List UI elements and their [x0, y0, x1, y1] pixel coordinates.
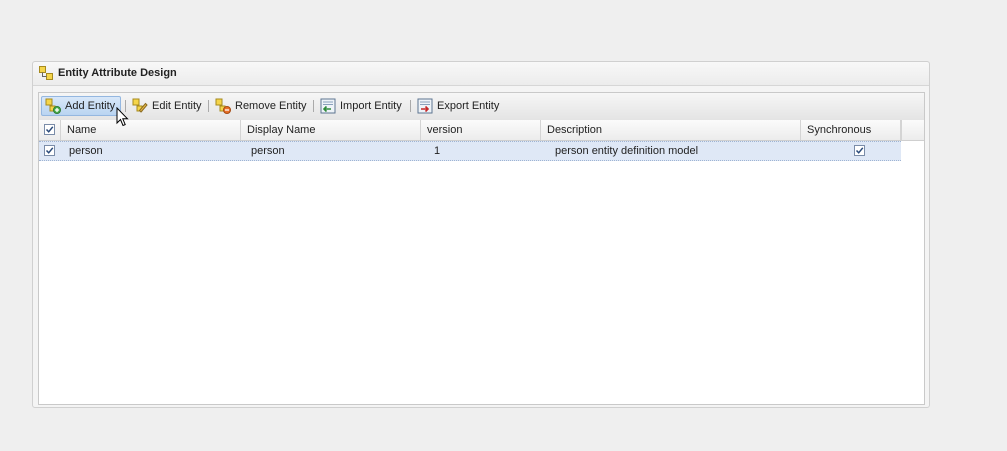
cell-display-name: person — [251, 145, 285, 157]
remove-entity-button[interactable]: Remove Entity — [211, 96, 309, 116]
edit-entity-label: Edit Entity — [152, 100, 202, 112]
export-entity-icon — [417, 98, 433, 114]
mouse-cursor-icon — [116, 107, 129, 127]
column-header-version[interactable]: version — [421, 120, 541, 140]
column-header-name[interactable]: Name — [61, 120, 241, 140]
import-entity-button[interactable]: Import Entity — [316, 96, 406, 116]
entity-group-icon — [39, 66, 53, 80]
import-entity-icon — [320, 98, 336, 114]
export-entity-label: Export Entity — [437, 100, 500, 112]
panel-title: Entity Attribute Design — [58, 67, 177, 79]
import-entity-label: Import Entity — [340, 100, 402, 112]
check-icon — [45, 126, 54, 133]
column-header-description[interactable]: Description — [541, 120, 801, 140]
cell-name: person — [69, 145, 103, 157]
toolbar: Add Entity Edit Entity Remove Entity Imp… — [39, 93, 924, 121]
panel-header: Entity Attribute Design — [33, 62, 929, 86]
edit-entity-icon — [132, 98, 148, 113]
edit-entity-button[interactable]: Edit Entity — [128, 96, 204, 116]
select-all-checkbox[interactable] — [44, 124, 55, 135]
column-header-display-name[interactable]: Display Name — [241, 120, 421, 140]
toolbar-separator — [410, 100, 411, 112]
add-entity-button[interactable]: Add Entity — [41, 96, 121, 116]
entity-grid-container: Add Entity Edit Entity Remove Entity Imp… — [38, 92, 925, 405]
column-header-synchronous[interactable]: Synchronous — [801, 120, 901, 140]
entity-attribute-design-panel: Entity Attribute Design Add Entity Edit … — [32, 61, 930, 408]
cell-description: person entity definition model — [555, 145, 699, 157]
cell-version: 1 — [434, 145, 441, 157]
synchronous-checkbox[interactable] — [854, 145, 865, 156]
check-icon — [45, 147, 54, 154]
grid-header-filler — [901, 120, 924, 141]
toolbar-separator — [208, 100, 209, 112]
check-icon — [855, 147, 864, 154]
remove-entity-label: Remove Entity — [235, 100, 307, 112]
remove-entity-icon — [215, 98, 231, 114]
select-all-column — [39, 120, 61, 140]
add-entity-label: Add Entity — [65, 100, 116, 112]
toolbar-separator — [313, 100, 314, 112]
export-entity-button[interactable]: Export Entity — [413, 96, 503, 116]
row-checkbox[interactable] — [44, 145, 55, 156]
add-entity-icon — [45, 98, 61, 114]
table-row[interactable]: person person 1 person entity definition… — [39, 141, 901, 161]
grid-header: Name Display Name version Description Sy… — [39, 120, 901, 141]
